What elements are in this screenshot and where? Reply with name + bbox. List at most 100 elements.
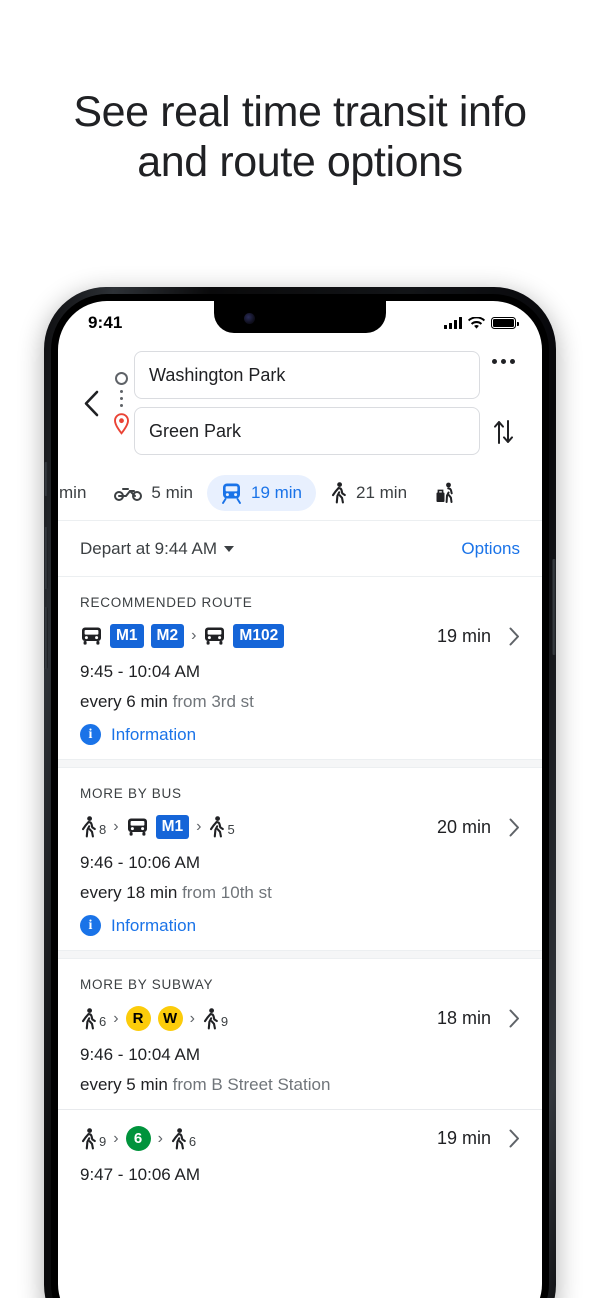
section-recommended-route: RECOMMENDED ROUTE M1 M2 › M102 19 min 9:… <box>58 577 542 759</box>
route-frequency: every 6 min from 3rd st <box>80 692 520 712</box>
route-summary-row: 8 › M1 › 5 20 min <box>80 815 520 839</box>
information-label: Information <box>111 915 197 935</box>
walk-icon <box>80 1127 97 1150</box>
section-divider <box>58 950 542 959</box>
route-frequency: every 18 min from 10th st <box>80 883 520 903</box>
leg-separator: › <box>113 1129 119 1147</box>
line-badge: M2 <box>150 624 185 648</box>
bus-icon <box>203 626 226 647</box>
route-times: 9:47 - 10:06 AM <box>80 1165 201 1184</box>
leg-separator: › <box>191 627 197 644</box>
leg-separator: › <box>157 1129 163 1147</box>
tab-transit[interactable]: 19 min <box>206 474 317 511</box>
page-title: See real time transit info and route opt… <box>0 88 600 188</box>
walk-leg: 9 <box>202 1007 229 1030</box>
section-more-by-bus: MORE BY BUS 8 › M1 › 5 20 min 9:46 - 10:… <box>58 768 542 950</box>
leg-separator: › <box>113 1009 119 1027</box>
origin-input[interactable]: Washington Park <box>134 351 480 399</box>
route-item[interactable]: 8 › M1 › 5 20 min 9:46 - 10:06 AM every … <box>80 815 520 936</box>
chevron-right-icon[interactable] <box>509 818 520 837</box>
status-bar-indicators <box>444 316 519 330</box>
depart-options-row: Depart at 9:44 AM Options <box>58 521 542 577</box>
chevron-right-icon[interactable] <box>509 1009 520 1028</box>
route-duration: 19 min <box>436 625 491 646</box>
rideshare-icon <box>436 482 453 503</box>
line-badge: M1 <box>155 815 190 839</box>
section-more-by-subway: MORE BY SUBWAY 6 › R W › 9 18 min 9:46 -… <box>58 959 542 1109</box>
destination-input[interactable]: Green Park <box>134 407 480 455</box>
volume-up-button[interactable] <box>44 527 48 589</box>
info-icon: i <box>80 915 101 936</box>
route-information-link[interactable]: i Information <box>80 724 520 745</box>
walk-leg: 5 <box>208 816 235 838</box>
route-duration: 20 min <box>436 816 491 837</box>
tab-walking[interactable]: 21 min <box>316 475 421 511</box>
walk-icon <box>202 1007 219 1030</box>
route-information-link[interactable]: i Information <box>80 915 520 936</box>
route-item[interactable]: 6 › R W › 9 18 min 9:46 - 10:04 AM every… <box>80 1006 520 1095</box>
line-badge: M1 <box>110 624 144 648</box>
route-summary-row: 6 › R W › 9 18 min <box>80 1006 520 1031</box>
header-actions <box>480 351 526 455</box>
battery-full-icon <box>491 317 519 329</box>
tab-driving[interactable]: min <box>58 476 100 510</box>
waypoint-indicator <box>108 371 134 435</box>
more-options-icon[interactable] <box>491 359 515 364</box>
walk-icon <box>80 816 97 838</box>
line-badge: R <box>125 1006 151 1031</box>
tab-rideshare[interactable] <box>421 475 480 511</box>
walk-minutes: 5 <box>227 822 235 837</box>
route-fields: Washington Park Green Park <box>134 351 480 455</box>
section-title: MORE BY SUBWAY <box>80 977 214 992</box>
tab-walking-label: 21 min <box>356 482 408 502</box>
page-title-line-2: and route options <box>137 137 463 186</box>
leg-separator: › <box>189 1009 195 1027</box>
bus-icon <box>80 626 103 647</box>
route-summary-row: 9 › 6 › 6 19 min <box>80 1126 520 1151</box>
walk-leg: 6 <box>80 1007 106 1030</box>
route-legs: 6 › R W › 9 <box>80 1006 429 1031</box>
line-badge: 6 <box>125 1126 151 1151</box>
tab-transit-label: 19 min <box>250 482 303 502</box>
silent-switch-button[interactable] <box>44 462 48 496</box>
chevron-down-icon <box>224 545 235 552</box>
options-link[interactable]: Options <box>461 539 520 559</box>
cellular-signal-icon <box>444 317 462 329</box>
route-item[interactable]: 9 › 6 › 6 19 min 9:47 - 10:06 AM <box>80 1126 520 1185</box>
bus-icon <box>126 817 149 838</box>
tab-motorcycle[interactable]: 5 min <box>100 476 207 510</box>
route-item[interactable]: M1 M2 › M102 19 min 9:45 - 10:04 AM ever… <box>80 624 520 745</box>
route-legs: 8 › M1 › 5 <box>80 815 429 839</box>
wifi-icon <box>468 316 485 329</box>
walk-minutes: 9 <box>99 1133 107 1149</box>
travel-mode-tabs: min 5 min 19 min 21 min <box>58 465 542 521</box>
status-bar: 9:41 <box>58 301 542 345</box>
walk-icon <box>208 816 225 838</box>
depart-time-label: Depart at 9:44 AM <box>80 538 218 558</box>
status-bar-clock: 9:41 <box>88 313 123 332</box>
walk-minutes: 9 <box>220 1013 229 1029</box>
route-frequency-value: every 5 min <box>80 1075 168 1094</box>
section-subway-extra: 9 › 6 › 6 19 min 9:47 - 10:06 AM <box>58 1110 542 1199</box>
chevron-right-icon[interactable] <box>509 627 520 646</box>
line-badge: W <box>157 1006 183 1031</box>
back-button[interactable] <box>74 390 108 417</box>
route-results-list: RECOMMENDED ROUTE M1 M2 › M102 19 min 9:… <box>58 577 542 1199</box>
swap-direction-icon[interactable] <box>492 419 514 445</box>
chevron-right-icon[interactable] <box>509 1129 520 1148</box>
destination-pin-icon <box>113 412 129 435</box>
route-frequency-value: every 18 min <box>80 883 178 902</box>
motorcycle-icon <box>114 487 143 501</box>
route-times: 9:46 - 10:04 AM <box>80 1045 201 1064</box>
route-duration: 18 min <box>436 1008 491 1028</box>
walk-icon <box>170 1127 187 1150</box>
route-search-header: Washington Park Green Park <box>58 345 542 465</box>
page-root: See real time transit info and route opt… <box>0 0 600 1298</box>
walk-icon <box>80 1007 97 1030</box>
depart-time-selector[interactable]: Depart at 9:44 AM <box>80 538 235 559</box>
transit-icon <box>222 483 241 504</box>
power-button[interactable] <box>552 559 556 655</box>
phone-mockup: 9:41 Washington Park Green Park min 5 mi… <box>44 287 556 1298</box>
volume-down-button[interactable] <box>44 607 48 669</box>
route-frequency-from: from 3rd st <box>172 692 254 711</box>
